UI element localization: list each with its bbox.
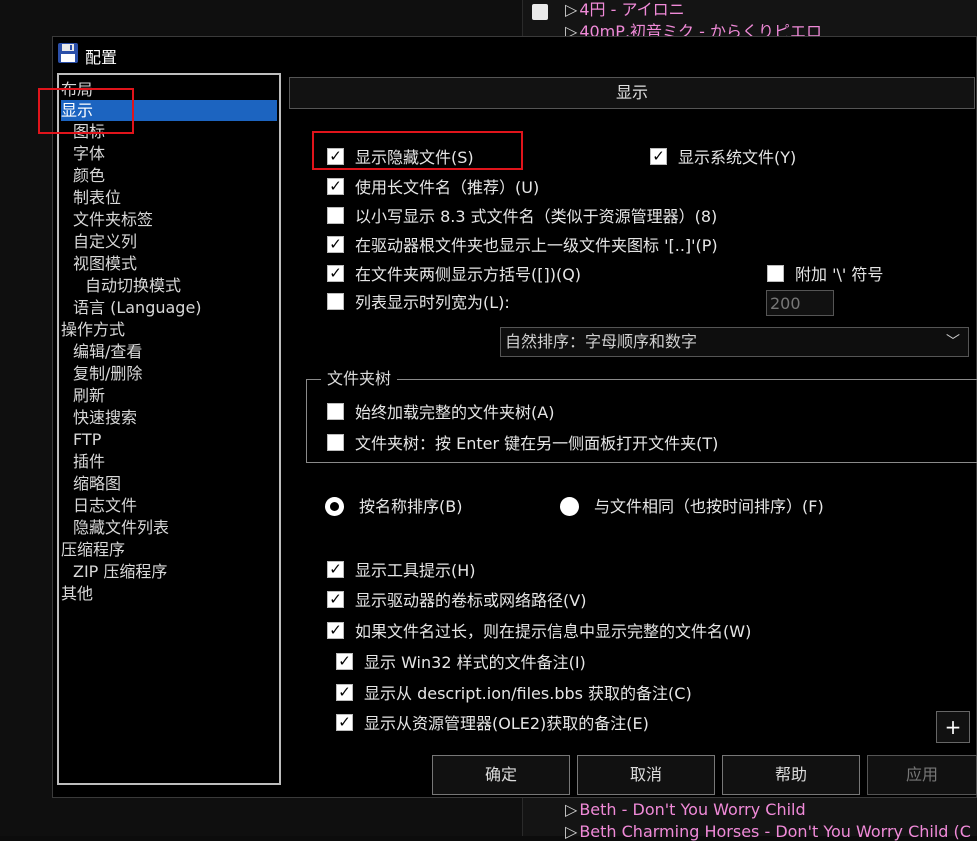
tree-item-refresh[interactable]: 刷新 <box>73 385 105 406</box>
sort-mode-select[interactable]: 自然排序：字母顺序和数字 ﹀ <box>500 327 969 357</box>
sort-mode-value: 自然排序：字母顺序和数字 <box>505 332 698 351</box>
dialog-title: 配置 <box>85 48 118 67</box>
folder-tree-group-title: 文件夹树 <box>321 367 398 391</box>
tree-item-font[interactable]: 字体 <box>73 143 105 164</box>
checkbox-unchecked-icon[interactable] <box>327 403 344 420</box>
tree-full-label: 始终加载完整的文件夹树(A) <box>355 403 555 422</box>
tree-item-plugins[interactable]: 插件 <box>73 451 105 472</box>
file-icon <box>532 4 548 20</box>
tree-item-packers[interactable]: 压缩程序 <box>61 539 125 560</box>
tree-item-copy-delete[interactable]: 复制/删除 <box>73 363 142 384</box>
checkbox-checked-icon[interactable]: ✓ <box>327 236 344 253</box>
tree-item-ftp[interactable]: FTP <box>73 429 101 450</box>
playlist-track[interactable]: ▷ Beth Charming Horses - Don't You Worry … <box>565 822 971 841</box>
volume-labels-label: 显示驱动器的卷标或网络路径(V) <box>355 591 587 610</box>
radio-unselected-icon[interactable] <box>560 497 579 516</box>
show-system-label: 显示系统文件(Y) <box>678 148 797 167</box>
highlight-box <box>38 88 134 134</box>
playlist-track[interactable]: ▷ Beth - Don't You Worry Child <box>565 800 806 819</box>
checkbox-unchecked-icon[interactable] <box>327 293 344 310</box>
highlight-box <box>312 131 523 170</box>
tree-item-quick-search[interactable]: 快速搜索 <box>73 407 137 428</box>
win32-comments-label: 显示 Win32 样式的文件备注(I) <box>364 653 586 672</box>
brackets-label: 在文件夹两侧显示方括号([])(Q) <box>355 265 582 284</box>
panel-title: 显示 <box>289 77 975 109</box>
checkbox-unchecked-icon[interactable] <box>327 434 344 451</box>
tree-enter-label: 文件夹树：按 Enter 键在另一侧面板打开文件夹(T) <box>355 434 719 453</box>
tree-item-auto-switch[interactable]: 自动切换模式 <box>85 275 181 296</box>
checkbox-checked-icon[interactable]: ✓ <box>327 561 344 578</box>
col-width-input[interactable]: 200 <box>766 290 834 316</box>
playlist-track[interactable]: ▷ 4円 - アイロニ <box>565 0 685 20</box>
checkbox-checked-icon[interactable]: ✓ <box>650 148 667 165</box>
plus-button[interactable]: + <box>936 711 970 743</box>
tree-item-thumbnails[interactable]: 缩略图 <box>73 473 121 494</box>
append-backslash-label: 附加 '\' 符号 <box>795 265 884 284</box>
long-names-label: 使用长文件名（推荐）(U) <box>355 178 540 197</box>
tree-item-operation[interactable]: 操作方式 <box>61 319 125 340</box>
tooltips-label: 显示工具提示(H) <box>355 561 476 580</box>
ole2-comments-label: 显示从资源管理器(OLE2)获取的备注(E) <box>364 714 649 733</box>
lowercase-83-label: 以小写显示 8.3 式文件名（类似于资源管理器）(8) <box>355 207 718 226</box>
help-button[interactable]: 帮助 <box>722 755 860 795</box>
floppy-disk-icon <box>58 43 78 63</box>
tree-item-folder-tabs[interactable]: 文件夹标签 <box>73 209 153 230</box>
dialog-titlebar[interactable]: 配置 <box>53 37 976 71</box>
checkbox-checked-icon[interactable]: ✓ <box>327 591 344 608</box>
tree-item-ignore-list[interactable]: 隐藏文件列表 <box>73 517 169 538</box>
checkbox-unchecked-icon[interactable] <box>327 207 344 224</box>
chevron-down-icon: ﹀ <box>946 334 960 350</box>
descript-comments-label: 显示从 descript.ion/files.bbs 获取的备注(C) <box>364 684 692 703</box>
tree-item-edit-view[interactable]: 编辑/查看 <box>73 341 142 362</box>
tree-item-view-modes[interactable]: 视图模式 <box>73 253 137 274</box>
tree-item-language[interactable]: 语言 (Language) <box>73 297 202 318</box>
ok-button[interactable]: 确定 <box>432 755 570 795</box>
checkbox-checked-icon[interactable]: ✓ <box>327 265 344 282</box>
tree-item-log-file[interactable]: 日志文件 <box>73 495 137 516</box>
tree-item-zip-packer[interactable]: ZIP 压缩程序 <box>73 561 167 582</box>
tree-item-colors[interactable]: 颜色 <box>73 165 105 186</box>
settings-tree[interactable]: 布局 显示 图标 字体 颜色 制表位 文件夹标签 自定义列 视图模式 自动切换模… <box>57 73 281 785</box>
cancel-button[interactable]: 取消 <box>577 755 715 795</box>
tree-item-misc[interactable]: 其他 <box>61 583 93 604</box>
checkbox-checked-icon[interactable]: ✓ <box>336 684 353 701</box>
full-name-tip-label: 如果文件名过长，则在提示信息中显示完整的文件名(W) <box>355 622 752 641</box>
radio-selected-icon[interactable] <box>325 497 344 516</box>
checkbox-checked-icon[interactable]: ✓ <box>336 653 353 670</box>
tree-item-custom-columns[interactable]: 自定义列 <box>73 231 137 252</box>
checkbox-checked-icon[interactable]: ✓ <box>336 714 353 731</box>
sort-by-name-label: 按名称排序(B) <box>359 497 463 516</box>
tree-item-tabstops[interactable]: 制表位 <box>73 187 121 208</box>
apply-button[interactable]: 应用 <box>867 755 977 795</box>
sort-like-files-label: 与文件相同（也按时间排序）(F) <box>594 497 824 516</box>
col-width-label: 列表显示时列宽为(L): <box>355 293 510 312</box>
checkbox-checked-icon[interactable]: ✓ <box>327 622 344 639</box>
checkbox-checked-icon[interactable]: ✓ <box>327 178 344 195</box>
parent-icon-label: 在驱动器根文件夹也显示上一级文件夹图标 '[..]'(P) <box>355 236 718 255</box>
checkbox-unchecked-icon[interactable] <box>767 265 784 282</box>
